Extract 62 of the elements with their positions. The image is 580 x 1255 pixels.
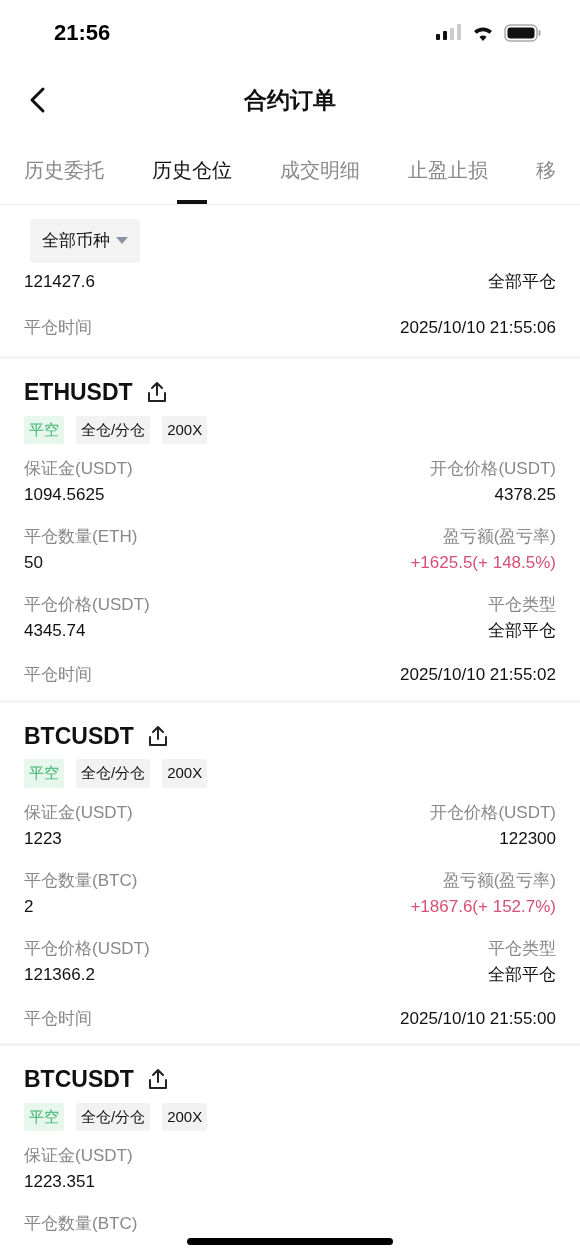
tag: 200X [162,1102,208,1131]
wifi-icon [472,24,494,41]
field-label: 平仓类型 [488,937,556,960]
tag: 平空 [24,415,64,444]
tag: 平空 [24,1102,64,1131]
tag: 200X [162,759,208,788]
share-icon[interactable] [147,1068,168,1091]
field-value: 50 [24,552,43,574]
close-time: 2025/10/10 21:55:02 [400,664,556,686]
close-time: 2025/10/10 21:55:00 [400,1007,556,1030]
battery-icon [504,23,542,42]
tag: 全仓/分仓 [76,415,151,444]
field-value: 4345.74 [24,620,86,642]
share-icon[interactable] [146,381,167,404]
field-label: 盈亏额(盈亏率) [442,526,556,548]
field-value: 2 [24,895,34,918]
field-value: 122300 [499,827,556,850]
field-value: 121427.6 [24,271,95,293]
field-label: 平仓数量(ETH) [24,526,138,548]
tab[interactable]: 历史委托 [0,135,128,204]
tab[interactable]: 止盈止损 [384,135,512,204]
caret-icon [116,237,128,245]
field-value: 121366.2 [24,963,95,986]
contract-symbol: BTCUSDT [24,721,134,751]
tag: 平空 [24,759,64,788]
contract-symbol: BTCUSDT [24,1065,134,1094]
field-label: 保证金(USDT) [24,801,133,824]
coin-filter-dropdown[interactable]: 全部币种 [30,219,140,263]
tab[interactable]: 历史仓位 [128,135,256,204]
field-label: 平仓价格(USDT) [24,937,150,960]
field-label: 开仓价格(USDT) [430,801,556,824]
signal-icon [436,23,462,42]
field-label: 平仓时间 [24,664,92,686]
field-value: +1625.5(+ 148.5%) [410,552,556,574]
tag: 200X [162,415,208,444]
page-title: 合约订单 [244,85,336,115]
field-value: 1223.351 [24,1171,95,1193]
field-label: 平仓数量(BTC) [24,1213,138,1235]
field-label: 平仓时间 [24,1007,92,1030]
field-value: +1867.6(+ 152.7%) [410,895,556,918]
field-label: 盈亏额(盈亏率) [442,869,556,892]
field-label: 平仓类型 [488,594,556,616]
field-label: 平仓时间 [24,316,92,339]
field-label: 平仓数量(BTC) [24,869,138,892]
field-label: 保证金(USDT) [24,458,133,480]
status-time: 21:56 [54,19,111,47]
field-value: 4378.25 [494,484,556,506]
field-label: 开仓价格(USDT) [430,458,556,480]
contract-symbol: ETHUSDT [24,378,133,407]
field-value: 全部平仓 [488,620,556,642]
share-icon[interactable] [147,724,168,747]
tag: 全仓/分仓 [76,759,151,788]
field-value: 全部平仓 [488,963,556,986]
field-value: 全部平仓 [488,271,556,293]
tab[interactable]: 移 [512,135,580,204]
tag: 全仓/分仓 [76,1102,151,1131]
close-time: 2025/10/10 21:55:06 [400,316,556,339]
field-label: 保证金(USDT) [24,1145,133,1167]
field-label: 平仓价格(USDT) [24,594,150,616]
field-value: 1094.5625 [24,484,105,506]
tab[interactable]: 成交明细 [256,135,384,204]
field-value: 1223 [24,827,62,850]
